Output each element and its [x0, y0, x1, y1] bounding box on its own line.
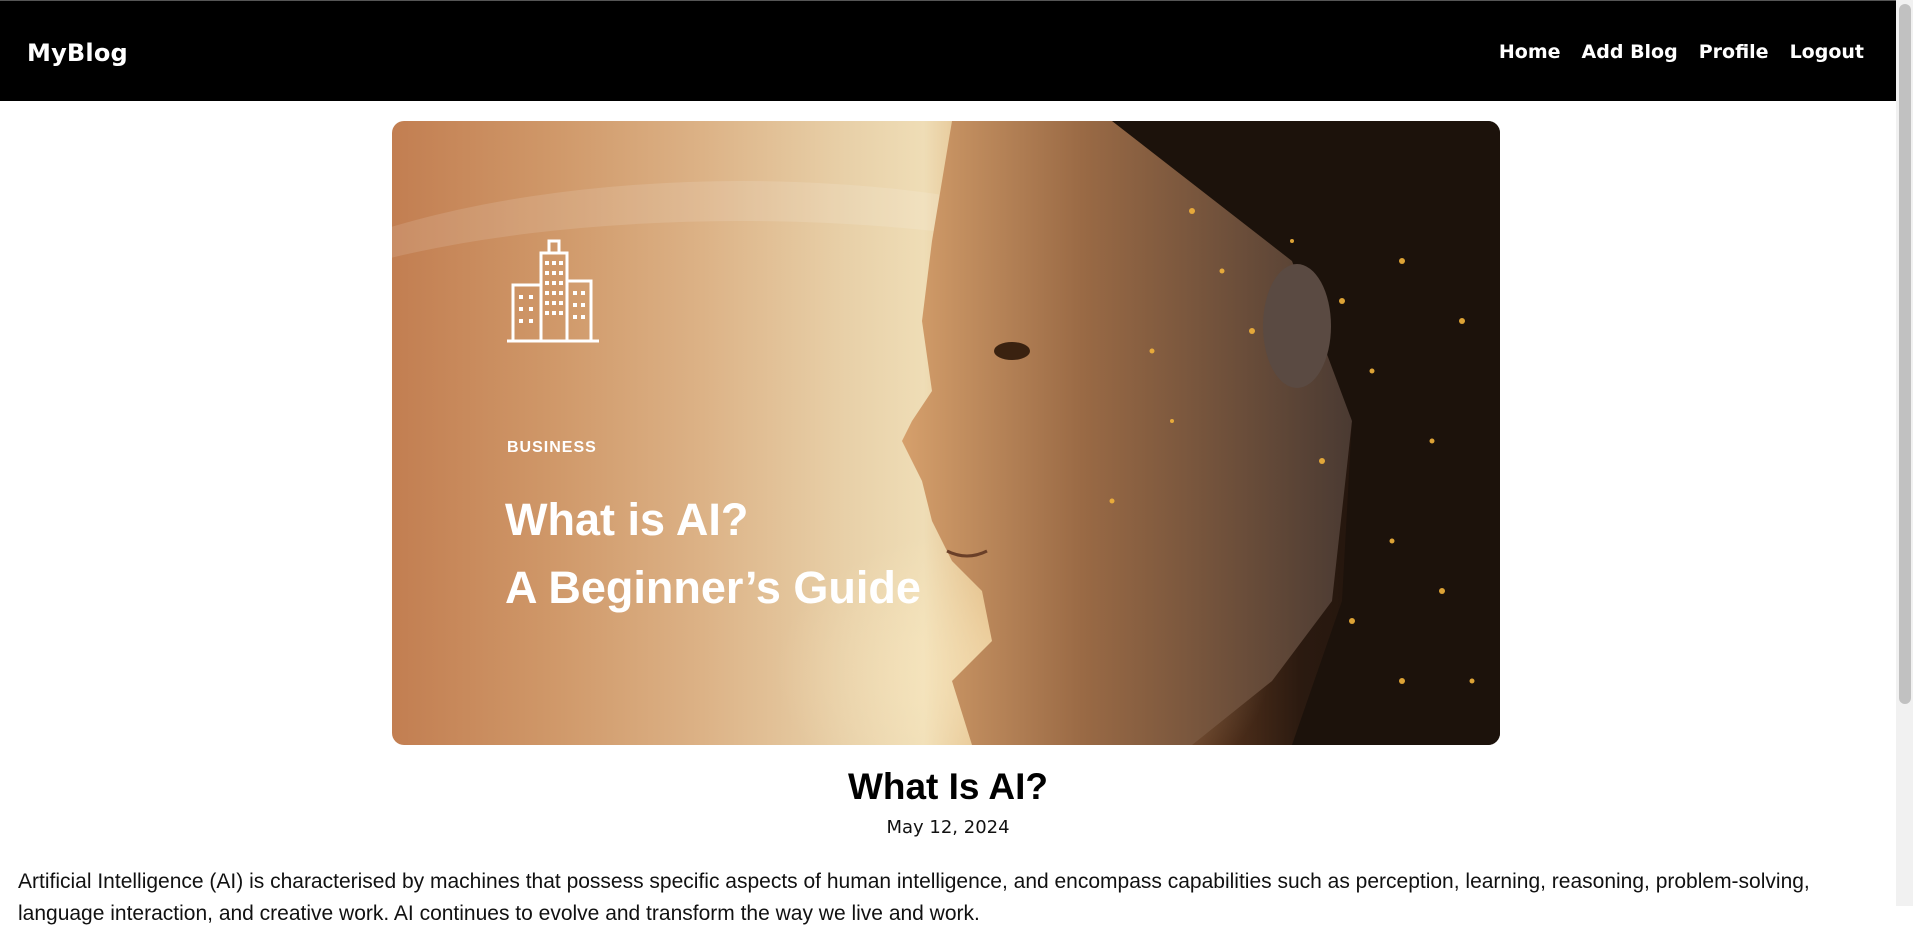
post-date: May 12, 2024: [886, 817, 1010, 838]
scrollbar-thumb[interactable]: [1899, 4, 1911, 704]
nav-add-blog-link[interactable]: Add Blog: [1582, 41, 1678, 63]
ai-face-illustration: [902, 121, 1500, 745]
post-title: What Is AI?: [847, 766, 1049, 807]
nav-logout-link[interactable]: Logout: [1790, 41, 1864, 63]
post-body: Artificial Intelligence (AI) is characte…: [18, 870, 1810, 925]
page-scrollbar[interactable]: [1896, 0, 1913, 906]
hero-title-line-1: What is AI?: [505, 494, 749, 545]
site-brand[interactable]: MyBlog: [27, 39, 128, 67]
hero-title-line-2: A Beginner’s Guide: [505, 562, 921, 613]
nav-profile-link[interactable]: Profile: [1699, 41, 1769, 63]
hero-category-label: BUSINESS: [507, 439, 597, 456]
top-navbar: MyBlog Home Add Blog Profile Logout: [0, 0, 1896, 101]
hero-title: What is AI? A Beginner’s Guide: [505, 486, 921, 622]
nav-links: Home Add Blog Profile Logout: [1499, 41, 1864, 63]
hero-image: BUSINESS What is AI? A Beginner’s Guide: [392, 121, 1500, 745]
nav-home-link[interactable]: Home: [1499, 41, 1561, 63]
building-icon: [507, 239, 599, 343]
